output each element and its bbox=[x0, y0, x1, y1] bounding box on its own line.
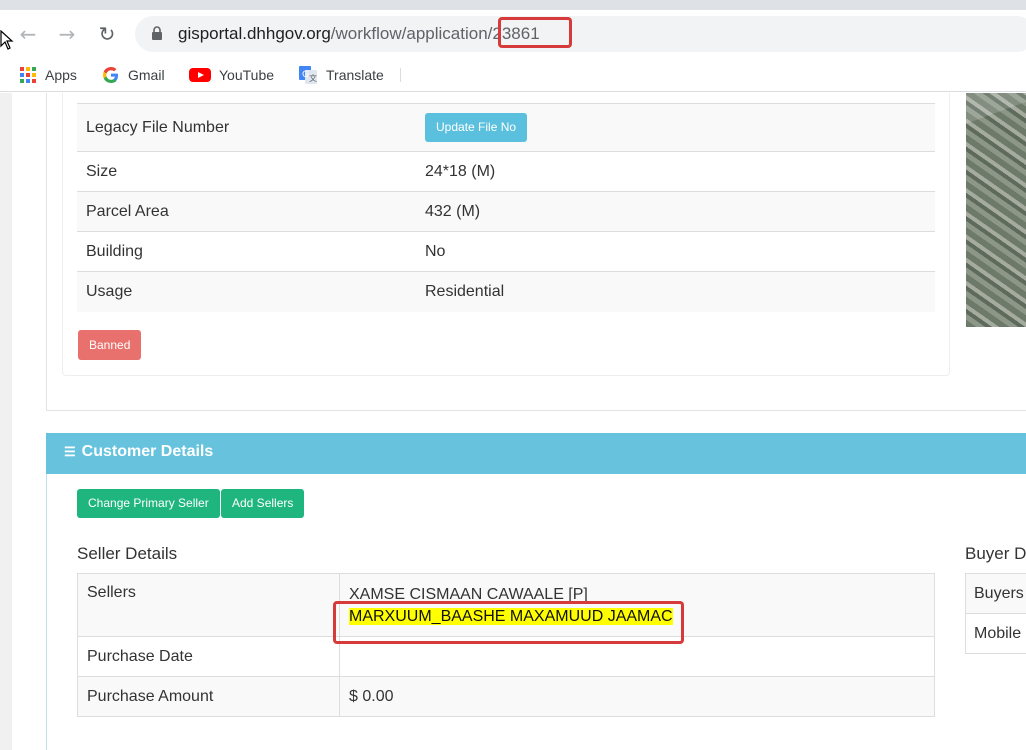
table-row: Size 24*18 (M) bbox=[77, 151, 935, 192]
svg-text:文: 文 bbox=[309, 73, 317, 83]
address-bar[interactable]: gisportal.dhhgov.org/workflow/applicatio… bbox=[135, 16, 1026, 52]
bookmark-youtube[interactable]: YouTube bbox=[189, 64, 274, 86]
mouse-cursor-icon bbox=[0, 30, 14, 50]
browser-tab-strip bbox=[0, 0, 1026, 10]
seller-details-table: Sellers XAMSE CISMAAN CAWAALE [P] MARXUU… bbox=[77, 573, 935, 717]
svg-text:G: G bbox=[302, 70, 309, 80]
translate-icon: G 文 bbox=[299, 66, 317, 84]
youtube-icon bbox=[189, 68, 211, 82]
bookmark-label: Gmail bbox=[128, 67, 165, 83]
lock-icon bbox=[152, 26, 162, 40]
back-arrow-icon[interactable]: ← bbox=[16, 22, 40, 46]
buyer-details-title: Buyer D bbox=[965, 544, 1026, 563]
bookmark-gmail[interactable]: Gmail bbox=[102, 64, 165, 86]
row-value: $ 0.00 bbox=[339, 676, 935, 717]
url-path: /workflow/applicatio bbox=[330, 24, 479, 43]
apps-grid-icon bbox=[20, 67, 36, 83]
table-row: Buyers bbox=[965, 573, 1026, 614]
table-row: Purchase Amount $ 0.00 bbox=[77, 676, 935, 717]
row-label: Building bbox=[77, 231, 416, 272]
bookmark-label: Apps bbox=[45, 67, 77, 83]
bookmark-apps[interactable]: Apps bbox=[19, 64, 77, 86]
card-title-text: Customer Details bbox=[81, 443, 214, 460]
left-gutter bbox=[0, 93, 12, 750]
row-label: Purchase Amount bbox=[77, 676, 340, 717]
table-row: Building No bbox=[77, 231, 935, 272]
banned-button[interactable]: Banned bbox=[78, 330, 142, 360]
url-host: gisportal.dhhgov.org bbox=[178, 24, 331, 43]
row-value: Residential bbox=[416, 271, 935, 312]
bookmark-label: YouTube bbox=[219, 67, 275, 83]
row-value: Update File No bbox=[416, 103, 935, 152]
url-id-annotation-box bbox=[498, 17, 572, 48]
row-label: Mobile bbox=[965, 613, 1026, 654]
google-g-icon bbox=[103, 67, 118, 83]
property-details-table: Legacy File Number Update File No Size 2… bbox=[77, 103, 935, 312]
table-row: Mobile bbox=[965, 613, 1026, 654]
row-label: Sellers bbox=[77, 573, 340, 637]
row-value: No bbox=[416, 231, 935, 272]
bookmark-translate[interactable]: G 文 Translate bbox=[298, 64, 384, 86]
change-primary-seller-button[interactable]: Change Primary Seller bbox=[77, 489, 220, 518]
row-value: 24*18 (M) bbox=[416, 151, 935, 192]
row-label: Parcel Area bbox=[77, 191, 416, 232]
seller-details-title: Seller Details bbox=[77, 544, 178, 563]
parcel-map-thumbnail[interactable] bbox=[966, 93, 1026, 327]
row-label: Legacy File Number bbox=[77, 103, 416, 152]
bookmarks-bar: Apps Gmail YouTube G 文 Translate bbox=[0, 58, 1026, 92]
table-row: Parcel Area 432 (M) bbox=[77, 191, 935, 232]
row-label: Purchase Date bbox=[77, 636, 340, 677]
row-value: 432 (M) bbox=[416, 191, 935, 232]
reload-icon[interactable]: ↻ bbox=[95, 22, 119, 46]
update-file-no-button[interactable]: Update File No bbox=[425, 113, 528, 142]
page-content: Legacy File Number Update File No Size 2… bbox=[0, 93, 1026, 750]
seller-name-annotation-box bbox=[333, 601, 684, 644]
bookmark-label: Translate bbox=[326, 67, 384, 83]
row-label: Buyers bbox=[965, 573, 1026, 614]
row-label: Size bbox=[77, 151, 416, 192]
forward-arrow-icon[interactable]: → bbox=[55, 22, 79, 46]
table-row: Legacy File Number Update File No bbox=[77, 103, 935, 152]
row-label: Usage bbox=[77, 271, 416, 312]
table-row: Usage Residential bbox=[77, 271, 935, 312]
customer-details-title: ☰ Customer Details bbox=[64, 443, 213, 461]
add-sellers-button[interactable]: Add Sellers bbox=[221, 489, 305, 518]
bookmarks-divider bbox=[400, 68, 401, 82]
buyer-details-table: Buyers Mobile bbox=[965, 573, 1026, 654]
url-text[interactable]: gisportal.dhhgov.org/workflow/applicatio… bbox=[178, 24, 540, 44]
list-icon: ☰ bbox=[64, 444, 76, 459]
